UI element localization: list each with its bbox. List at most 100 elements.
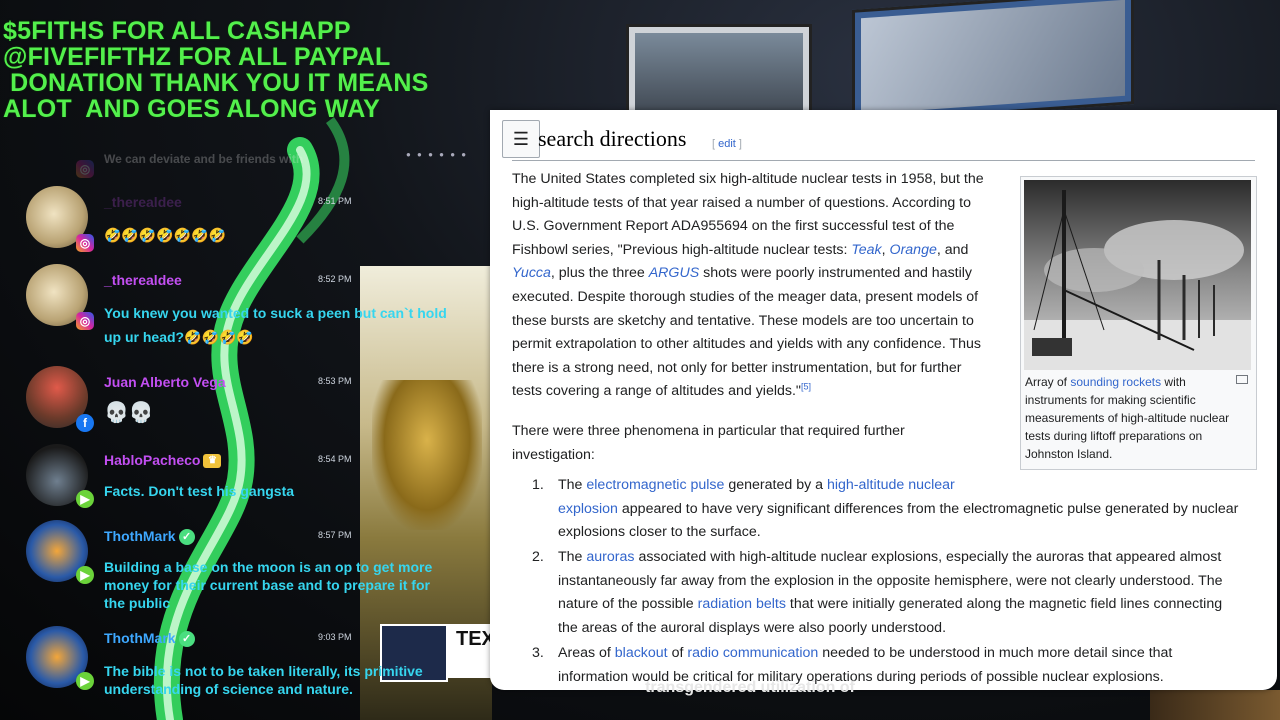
- text-span: appeared to have very significant differ…: [617, 500, 1239, 517]
- link-blackout[interactable]: blackout: [615, 645, 668, 661]
- list-line: the areas of the auroral displays were a…: [558, 619, 947, 636]
- instagram-icon: ◎: [76, 234, 94, 252]
- verified-icon: ✓: [178, 529, 195, 546]
- paragraph-line: Fishbowl series, "Previous high-altitude…: [512, 241, 969, 258]
- text-span: Areas of: [558, 645, 615, 661]
- text-span: associated with high-altitude nuclear ex…: [634, 549, 1222, 565]
- text-span: that were initially generated along the …: [785, 596, 1223, 613]
- rocket-photo[interactable]: [1024, 180, 1251, 370]
- banner-line-4: ALOT AND GOES ALONG WAY: [3, 95, 381, 123]
- paragraph-line: high-altitude tests of that year raised …: [512, 194, 971, 211]
- link-radio-communication[interactable]: radio communication: [687, 645, 818, 661]
- paragraph-2: There were three phenomena in particular…: [512, 420, 994, 467]
- list-line: nature of the possible radiation belts t…: [558, 593, 1277, 617]
- chat-timestamp: 8:57 PM: [318, 530, 352, 540]
- facebook-icon: f: [76, 414, 94, 432]
- platform-icons-row: ● ● ● ● ● ●: [406, 150, 469, 159]
- chat-timestamp: 8:53 PM: [318, 376, 352, 386]
- text-span: shots were poorly instrumented and hasti…: [699, 265, 973, 282]
- section-heading: search directions: [538, 126, 687, 151]
- chat-text-line: understanding of science and nature.: [104, 681, 353, 697]
- list-line: explosions closer to the surface.: [558, 524, 761, 541]
- caption-line: Johnston Island.: [1025, 447, 1113, 461]
- link-auroras[interactable]: auroras: [586, 549, 634, 565]
- caption-line: tests during liftoff preparations on: [1025, 429, 1203, 443]
- table-of-contents-icon[interactable]: ☰: [502, 120, 540, 158]
- chat-faded-message: We can deviate and be friends with: [104, 152, 304, 166]
- text-span: with: [1161, 375, 1186, 389]
- chat-username-text: HabloPacheco: [104, 452, 201, 468]
- chat-username-text: ThothMark: [104, 528, 176, 544]
- link-electromagnetic-pulse[interactable]: electromagnetic pulse: [586, 477, 724, 493]
- instagram-icon: ◎: [76, 312, 94, 330]
- chat-username: _therealdee: [104, 272, 182, 288]
- chat-text-line: up ur head?🤣🤣🤣🤣: [104, 329, 254, 345]
- crown-icon: ♛: [203, 454, 222, 469]
- list-item: 2. The auroras associated with high-alti…: [532, 546, 1277, 640]
- banner-line-2: @FIVEFIFTHZ FOR ALL PAYPAL: [3, 43, 391, 71]
- chat-text-line: Building a base on the moon is an op to …: [104, 559, 433, 575]
- chat-text-line: The bible is not to be taken literally, …: [104, 663, 423, 679]
- eagle-statue: [372, 380, 482, 530]
- text-span: The: [558, 549, 587, 565]
- text-span: , plus the three: [550, 265, 649, 282]
- paragraph-line: these bursts are sketchy and tentative. …: [512, 312, 974, 329]
- chat-text: 💀💀: [104, 402, 154, 424]
- verified-icon: ✓: [178, 631, 195, 648]
- caption-line: measurements of high-altitude nuclear: [1025, 411, 1230, 425]
- chat-username: HabloPacheco ♛: [104, 452, 222, 469]
- link-yucca[interactable]: Yucca: [512, 265, 551, 281]
- list-line: instantaneously far away from the explos…: [558, 572, 1223, 589]
- banner-line-3: DONATION THANK YOU IT MEANS: [3, 69, 429, 97]
- link-radiation-belts[interactable]: radiation belts: [698, 596, 786, 612]
- edit-section-link-wrapper: [ edit ]: [712, 138, 742, 150]
- background-monitor-blue: [852, 0, 1134, 124]
- edit-section-link[interactable]: edit: [718, 138, 736, 150]
- text-span: Fishbowl series, "Previous high-altitude…: [512, 241, 852, 258]
- chat-timestamp: 8:54 PM: [318, 454, 352, 464]
- article-figure: Array of sounding rockets with instrumen…: [1020, 176, 1257, 470]
- paragraph-line: permit extrapolation to other altitudes …: [512, 336, 981, 353]
- list-line: The electromagnetic pulse generated by a…: [558, 474, 1277, 498]
- chat-username: ThothMark ✓: [104, 528, 195, 546]
- paragraph-line: investigation:: [512, 446, 595, 463]
- link-sounding-rockets[interactable]: sounding rockets: [1070, 375, 1161, 389]
- heading-divider: [512, 160, 1255, 161]
- stream-caption: transgendered utilization of: [645, 679, 855, 696]
- text-span: The: [558, 477, 587, 493]
- rumble-icon: ▶: [76, 490, 94, 508]
- chat-text-line: You knew you wanted to suck a peen but c…: [104, 305, 447, 321]
- link-high-altitude-nuclear-explosion[interactable]: high-altitude nuclear: [827, 477, 955, 493]
- rumble-icon: ▶: [76, 566, 94, 584]
- reference-link[interactable]: [5]: [801, 382, 811, 392]
- link-orange[interactable]: Orange: [890, 242, 937, 258]
- chat-username: ThothMark ✓: [104, 630, 195, 648]
- paragraph-line: U.S. Government Report ADA955694 on the …: [512, 218, 955, 235]
- text-span: of: [667, 645, 688, 661]
- list-number: 3.: [532, 645, 544, 661]
- rocket-photo-graphic: [1024, 180, 1251, 370]
- chat-text: 🤣🤣🤣🤣🤣🤣🤣: [104, 227, 227, 243]
- text-span: generated by a: [724, 477, 827, 493]
- list-line: The auroras associated with high-altitud…: [558, 546, 1277, 570]
- link-teak[interactable]: Teak: [851, 242, 881, 258]
- chat-timestamp: 8:51 PM: [318, 196, 352, 206]
- paragraph-line: Yucca, plus the three ARGUS shots were p…: [512, 262, 994, 286]
- link-high-altitude-nuclear-explosion[interactable]: explosion: [558, 501, 618, 517]
- text-span: tests covering a range of altitudes and …: [512, 383, 801, 400]
- paragraph-line: tests covering a range of altitudes and …: [512, 380, 994, 404]
- list-number: 2.: [532, 549, 544, 565]
- list-line: explosion appeared to have very signific…: [558, 498, 1277, 522]
- background-tv-text: TEX: [448, 624, 492, 678]
- text-span: needed to be understood in much more det…: [818, 645, 1173, 661]
- chat-text-line: money for their current base and to prep…: [104, 577, 430, 593]
- rumble-icon: ▶: [76, 672, 94, 690]
- list-item: 1. The electromagnetic pulse generated b…: [532, 474, 1277, 545]
- background-strip: [1150, 690, 1280, 720]
- chat-timestamp: 9:03 PM: [318, 632, 352, 642]
- paragraph-line: there is a strong need, not only for bet…: [512, 359, 962, 376]
- text-span: Array of: [1025, 375, 1071, 389]
- link-argus[interactable]: ARGUS: [649, 265, 699, 281]
- wikipedia-article-panel: ☰ search directions [ edit ] The United …: [490, 110, 1277, 690]
- chat-timestamp: 8:52 PM: [318, 274, 352, 284]
